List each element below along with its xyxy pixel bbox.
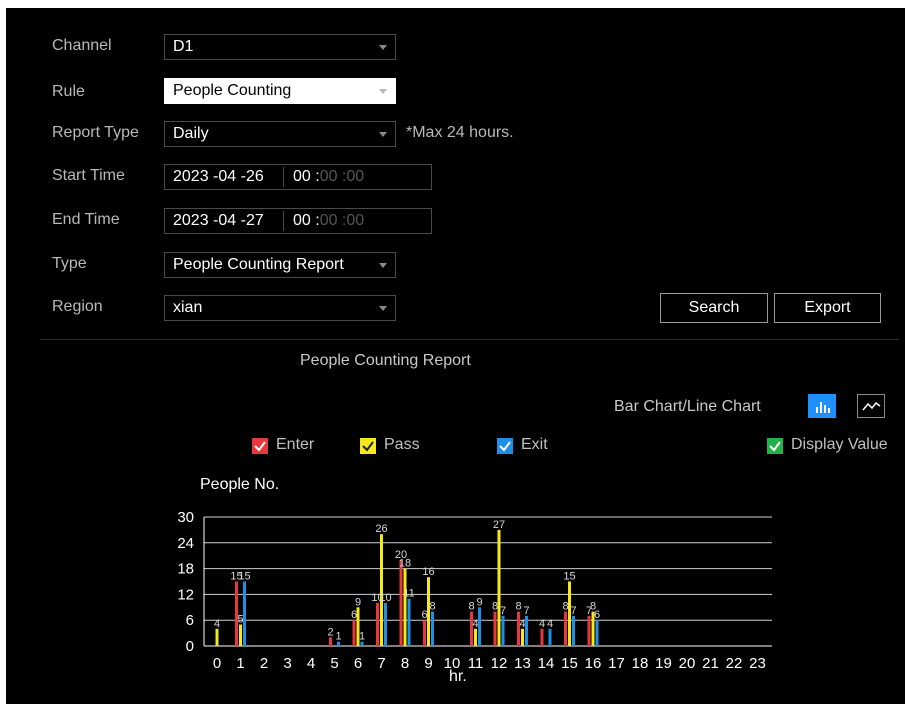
y-tick-label: 12 — [177, 586, 194, 603]
x-tick-label: 23 — [749, 655, 766, 672]
data-label: 9 — [476, 596, 482, 608]
x-tick-label: 13 — [514, 655, 531, 672]
bar-enter — [329, 637, 332, 646]
bar-exit — [525, 615, 528, 646]
x-tick-label: 3 — [283, 655, 291, 672]
x-tick-label: 7 — [377, 655, 385, 672]
x-tick-label: 11 — [468, 655, 484, 672]
bar-pass — [380, 534, 383, 646]
bar-enter — [493, 611, 497, 646]
x-tick-label: 4 — [307, 655, 315, 672]
data-label: 6 — [421, 609, 427, 621]
data-label: 8 — [429, 601, 435, 613]
bar-pass — [403, 568, 407, 646]
bar-enter — [352, 620, 356, 646]
bar-exit — [478, 607, 481, 646]
x-tick-label: 12 — [491, 655, 508, 672]
x-tick-label: 1 — [236, 655, 244, 672]
x-tick-label: 18 — [632, 655, 649, 672]
bar-exit — [501, 615, 505, 646]
people-counting-chart: 06121824300 1 2 3 4 5 6 7 8 9 10 11 12 13 14 15 16 17 18 19… — [177, 509, 772, 672]
bar-pass — [521, 628, 524, 646]
data-label: 8 — [515, 601, 521, 613]
bar-pass — [239, 624, 242, 646]
y-tick-label: 6 — [186, 612, 194, 629]
bar-enter — [399, 560, 403, 646]
data-label: 8 — [562, 601, 568, 613]
data-label: 1 — [359, 631, 365, 643]
data-label: 16 — [422, 566, 434, 578]
data-label: 4 — [472, 618, 478, 630]
x-tick-label: 5 — [330, 655, 338, 672]
y-tick-label: 18 — [177, 561, 194, 578]
x-tick-label: 21 — [702, 655, 719, 672]
data-label: 26 — [375, 523, 387, 535]
y-tick-label: 0 — [186, 638, 194, 655]
bar-exit — [243, 581, 246, 646]
bar-enter — [540, 628, 544, 646]
x-tick-label: 14 — [538, 655, 555, 672]
data-label: 9 — [355, 596, 361, 608]
x-tick-label: 17 — [608, 655, 625, 672]
bar-enter — [564, 611, 567, 646]
y-tick-label: 30 — [177, 509, 194, 526]
data-label: 8 — [468, 601, 474, 613]
data-label: 2 — [327, 626, 333, 638]
data-label: 27 — [493, 519, 505, 531]
bar-pass — [474, 628, 477, 646]
x-tick-label: 2 — [260, 655, 268, 672]
bar-exit — [384, 603, 387, 646]
x-tick-label: 16 — [585, 655, 602, 672]
x-tick-label: 6 — [354, 655, 362, 672]
data-label: 4 — [547, 618, 553, 630]
data-label: 11 — [403, 588, 414, 600]
data-label: 7 — [523, 605, 529, 617]
data-label: 18 — [399, 558, 411, 570]
x-tick-label: 0 — [213, 655, 221, 672]
bar-pass — [497, 529, 501, 646]
data-label: 6 — [594, 609, 600, 621]
data-label: 4 — [539, 618, 545, 630]
bar-enter — [587, 615, 591, 646]
data-label: 7 — [570, 605, 576, 617]
data-label: 4 — [214, 618, 220, 630]
data-label: 8 — [492, 601, 498, 613]
x-tick-label: 10 — [444, 655, 461, 672]
y-tick-label: 24 — [177, 535, 194, 552]
x-tick-label: 19 — [655, 655, 672, 672]
data-label: 15 — [238, 571, 250, 583]
data-label: 10 — [379, 592, 391, 604]
bar-exit — [431, 611, 434, 646]
x-tick-label: 22 — [726, 655, 743, 672]
data-label: 7 — [500, 605, 506, 617]
bar-enter — [423, 620, 426, 646]
x-tick-label: 8 — [401, 655, 409, 672]
data-label: 4 — [519, 618, 525, 630]
bar-exit — [572, 615, 575, 646]
data-label: 15 — [563, 571, 575, 583]
data-label: 1 — [335, 631, 341, 643]
bar-enter — [376, 603, 379, 646]
bar-exit — [548, 628, 552, 646]
data-label: 6 — [351, 609, 357, 621]
bar-pass — [215, 628, 219, 646]
x-tick-label: 9 — [424, 655, 432, 672]
x-tick-label: 15 — [561, 655, 578, 672]
bar-exit — [595, 620, 599, 646]
bar-exit — [407, 598, 411, 646]
x-tick-label: 20 — [679, 655, 696, 672]
data-label: 5 — [237, 614, 243, 626]
